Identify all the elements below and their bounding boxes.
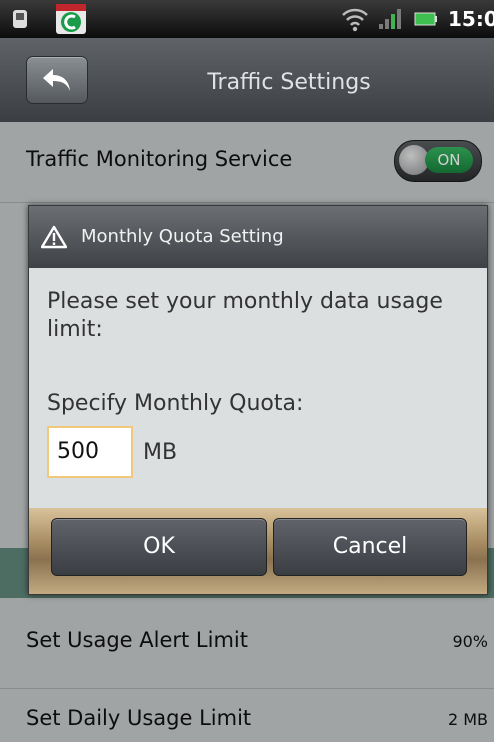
- dialog-title-bar: Monthly Quota Setting: [29, 206, 487, 269]
- sd-card-icon: [13, 10, 27, 28]
- comodo-app-icon: [56, 4, 86, 34]
- quota-input[interactable]: 500: [47, 426, 133, 478]
- quota-unit: MB: [143, 440, 178, 465]
- wifi-icon: [342, 8, 368, 32]
- monthly-quota-dialog: Monthly Quota Setting Please set your mo…: [28, 205, 488, 595]
- cancel-button[interactable]: Cancel: [273, 518, 467, 576]
- dialog-footer: OK Cancel: [29, 508, 487, 594]
- title-bar: Traffic Settings: [0, 38, 494, 123]
- warning-icon: [41, 225, 67, 249]
- status-time: 15:05: [448, 7, 494, 31]
- page-title: Traffic Settings: [207, 70, 371, 95]
- signal-icon: [379, 9, 401, 29]
- dialog-body: Please set your monthly data usage limit…: [29, 268, 487, 508]
- dialog-title: Monthly Quota Setting: [81, 226, 284, 247]
- ok-button[interactable]: OK: [51, 518, 267, 576]
- quota-label: Specify Monthly Quota:: [47, 391, 304, 416]
- status-bar: 15:05: [0, 0, 494, 38]
- battery-icon: [414, 12, 437, 26]
- dialog-message: Please set your monthly data usage limit…: [47, 289, 443, 342]
